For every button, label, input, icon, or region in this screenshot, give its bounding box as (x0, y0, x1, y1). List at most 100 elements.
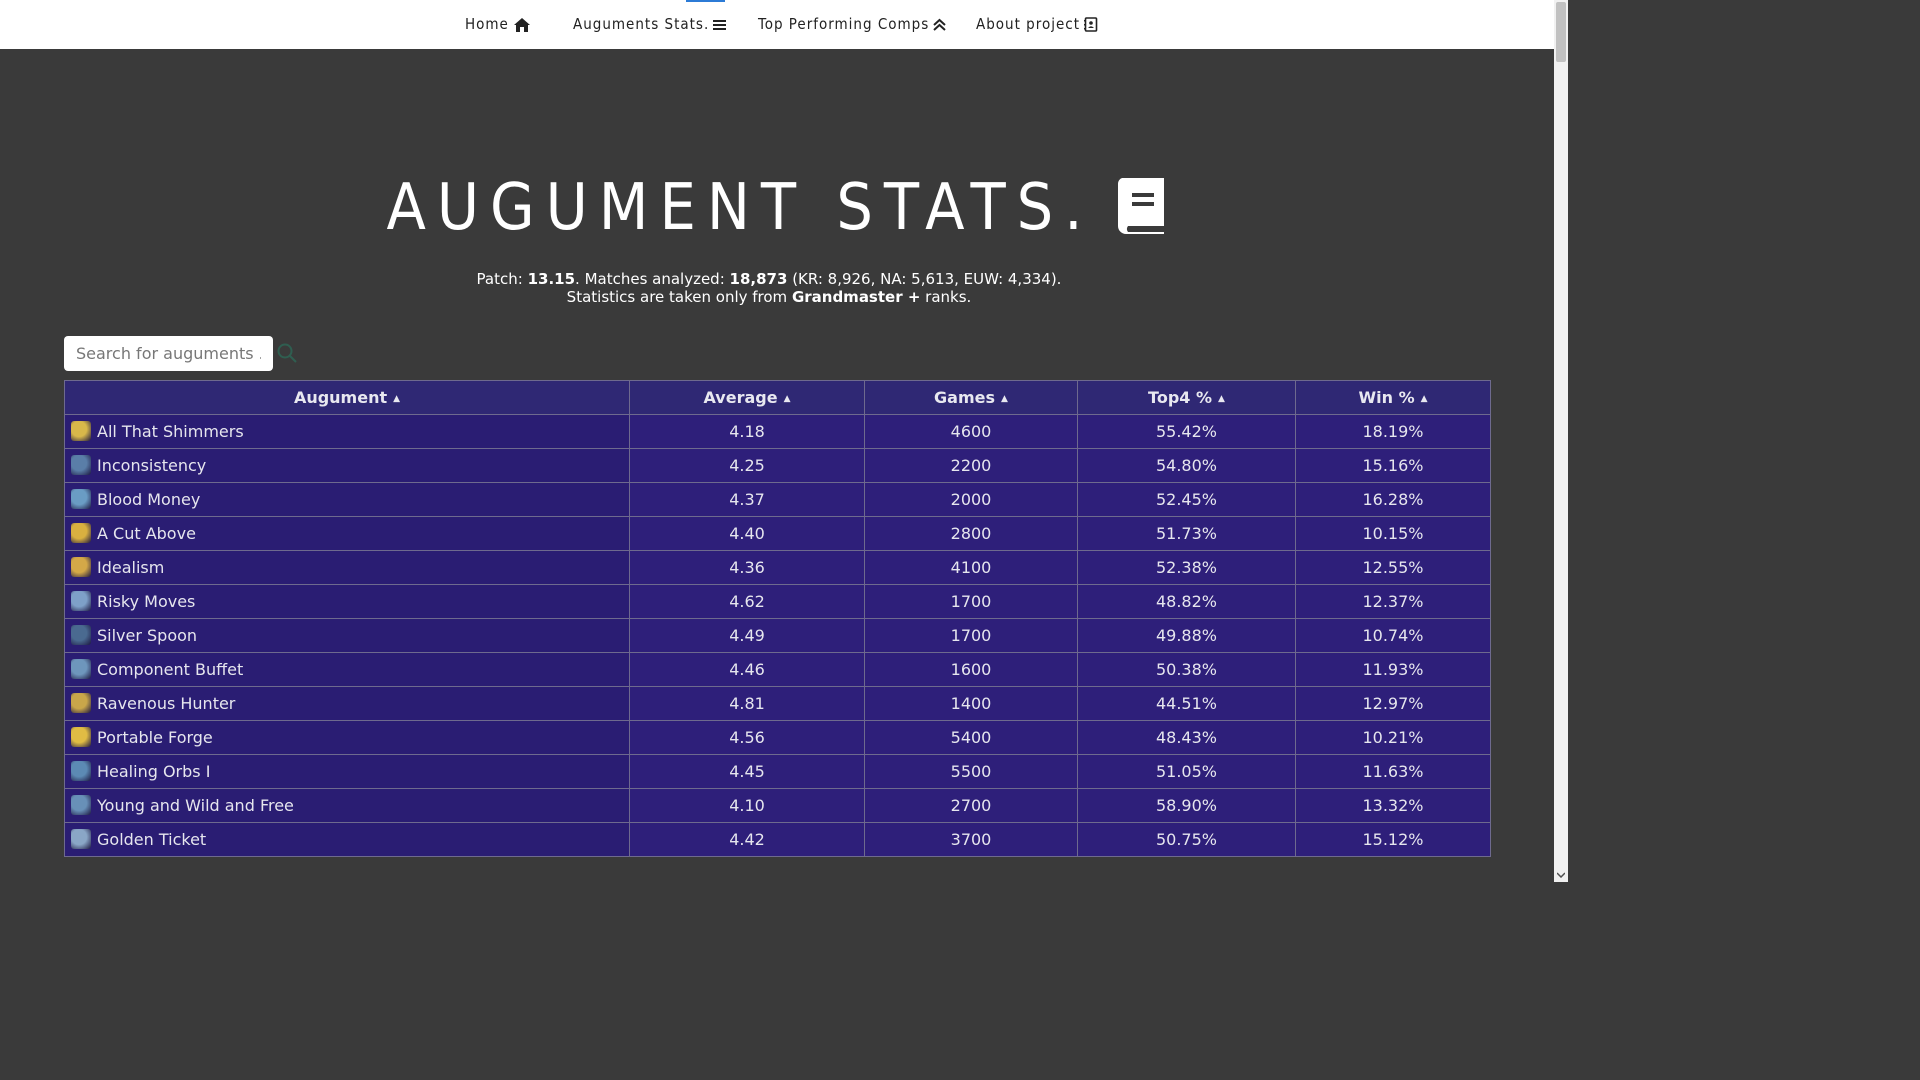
games-cell: 1700 (864, 584, 1078, 619)
nav-item-home[interactable]: Home (465, 0, 531, 49)
win-rate-cell: 18.19% (1295, 414, 1491, 449)
win-rate-cell: 12.97% (1295, 686, 1491, 721)
augument-name: Healing Orbs I (97, 762, 211, 782)
augument-name: Component Buffet (97, 660, 244, 680)
average-cell: 4.37 (629, 482, 865, 517)
augument-cell: A Cut Above (64, 516, 630, 551)
search-input[interactable] (64, 336, 273, 371)
win-rate-cell: 10.74% (1295, 618, 1491, 653)
augument-name: All That Shimmers (97, 422, 244, 442)
column-header-average[interactable]: Average ▲ (629, 380, 865, 415)
top-navbar: Home Auguments Stats. Top Performing Com… (0, 0, 1554, 49)
games-cell: 3700 (864, 822, 1078, 857)
nav-item-top-performing-comps[interactable]: Top Performing Comps (758, 0, 946, 49)
table-row: Inconsistency 4.25 2200 54.80% 15.16% (64, 448, 1491, 483)
augument-cell: Risky Moves (64, 584, 630, 619)
games-cell: 2700 (864, 788, 1078, 823)
column-header-label: Games (934, 388, 996, 407)
scrollbar-thumb[interactable] (1556, 2, 1566, 62)
augument-cell: Portable Forge (64, 720, 630, 755)
matches-value: 18,873 (729, 270, 788, 288)
win-rate-cell: 12.37% (1295, 584, 1491, 619)
win-rate-cell: 10.15% (1295, 516, 1491, 551)
win-rate-cell: 12.55% (1295, 550, 1491, 585)
table-row: Golden Ticket 4.42 3700 50.75% 15.12% (64, 822, 1491, 857)
region-breakdown: (KR: 8,926, NA: 5,613, EUW: 4,334). (787, 270, 1062, 288)
augument-name: Risky Moves (97, 592, 196, 612)
augument-icon (71, 590, 91, 611)
table-row: Risky Moves 4.62 1700 48.82% 12.37% (64, 584, 1491, 619)
matches-label: . Matches analyzed: (575, 270, 730, 288)
nav-item-about-project[interactable]: About project (976, 0, 1098, 49)
top4-cell: 54.80% (1077, 448, 1296, 483)
top4-cell: 48.43% (1077, 720, 1296, 755)
scroll-down-arrow-icon[interactable] (1556, 872, 1566, 880)
average-cell: 4.10 (629, 788, 865, 823)
table-row: Idealism 4.36 4100 52.38% 12.55% (64, 550, 1491, 585)
average-cell: 4.46 (629, 652, 865, 687)
column-header-win[interactable]: Win % ▲ (1295, 380, 1491, 415)
win-rate-cell: 15.12% (1295, 822, 1491, 857)
augument-icon (71, 692, 91, 713)
top4-cell: 51.05% (1077, 754, 1296, 789)
average-cell: 4.42 (629, 822, 865, 857)
augument-icon (71, 828, 91, 849)
win-rate-cell: 11.63% (1295, 754, 1491, 789)
top4-cell: 50.75% (1077, 822, 1296, 857)
page-header: AUGUMENT STATS. (0, 168, 1554, 248)
patch-label: Patch: (476, 270, 528, 288)
search-icon[interactable] (276, 342, 298, 369)
column-header-augument[interactable]: Augument ▲ (64, 380, 630, 415)
win-rate-cell: 11.93% (1295, 652, 1491, 687)
top4-cell: 49.88% (1077, 618, 1296, 653)
games-cell: 2800 (864, 516, 1078, 551)
ranks-suffix: ranks. (920, 288, 972, 306)
table-row: Healing Orbs I 4.45 5500 51.05% 11.63% (64, 754, 1491, 789)
table-row: Blood Money 4.37 2000 52.45% 16.28% (64, 482, 1491, 517)
column-header-games[interactable]: Games ▲ (864, 380, 1078, 415)
column-header-label: Average (703, 388, 778, 407)
win-rate-cell: 10.21% (1295, 720, 1491, 755)
top4-cell: 55.42% (1077, 414, 1296, 449)
nav-item-augument-stats[interactable]: Auguments Stats. (573, 0, 727, 49)
augument-name: Young and Wild and Free (97, 796, 294, 816)
augument-icon (71, 658, 91, 679)
average-cell: 4.56 (629, 720, 865, 755)
augument-icon (71, 454, 91, 475)
average-cell: 4.62 (629, 584, 865, 619)
augument-cell: Ravenous Hunter (64, 686, 630, 721)
augument-name: Portable Forge (97, 728, 213, 748)
column-header-top4[interactable]: Top4 % ▲ (1077, 380, 1296, 415)
sort-caret-icon: ▲ (393, 394, 401, 404)
top4-cell: 58.90% (1077, 788, 1296, 823)
augument-icon (71, 726, 91, 747)
top4-cell: 44.51% (1077, 686, 1296, 721)
menu-icon (713, 19, 727, 31)
nav-item-label: Home (465, 15, 509, 33)
games-cell: 4600 (864, 414, 1078, 449)
table-row: A Cut Above 4.40 2800 51.73% 10.15% (64, 516, 1491, 551)
table-row: Ravenous Hunter 4.81 1400 44.51% 12.97% (64, 686, 1491, 721)
average-cell: 4.36 (629, 550, 865, 585)
augument-icon (71, 760, 91, 781)
average-cell: 4.25 (629, 448, 865, 483)
stats-summary: Patch: 13.15. Matches analyzed: 18,873 (… (0, 270, 1538, 306)
table-row: Portable Forge 4.56 5400 48.43% 10.21% (64, 720, 1491, 755)
games-cell: 1600 (864, 652, 1078, 687)
page-scrollbar[interactable] (1554, 0, 1568, 882)
ranks-value: Grandmaster + (791, 288, 921, 306)
top4-cell: 52.38% (1077, 550, 1296, 585)
augument-name: Blood Money (97, 490, 201, 510)
win-rate-cell: 15.16% (1295, 448, 1491, 483)
games-cell: 5500 (864, 754, 1078, 789)
augument-cell: All That Shimmers (64, 414, 630, 449)
augument-name: Inconsistency (97, 456, 207, 476)
sort-caret-icon: ▲ (1218, 394, 1225, 404)
augument-cell: Young and Wild and Free (64, 788, 630, 823)
augument-cell: Blood Money (64, 482, 630, 517)
ranks-prefix: Statistics are taken only from (566, 288, 792, 306)
contact-card-icon (1083, 17, 1098, 32)
augument-cell: Idealism (64, 550, 630, 585)
average-cell: 4.40 (629, 516, 865, 551)
column-header-label: Win % (1358, 388, 1415, 407)
